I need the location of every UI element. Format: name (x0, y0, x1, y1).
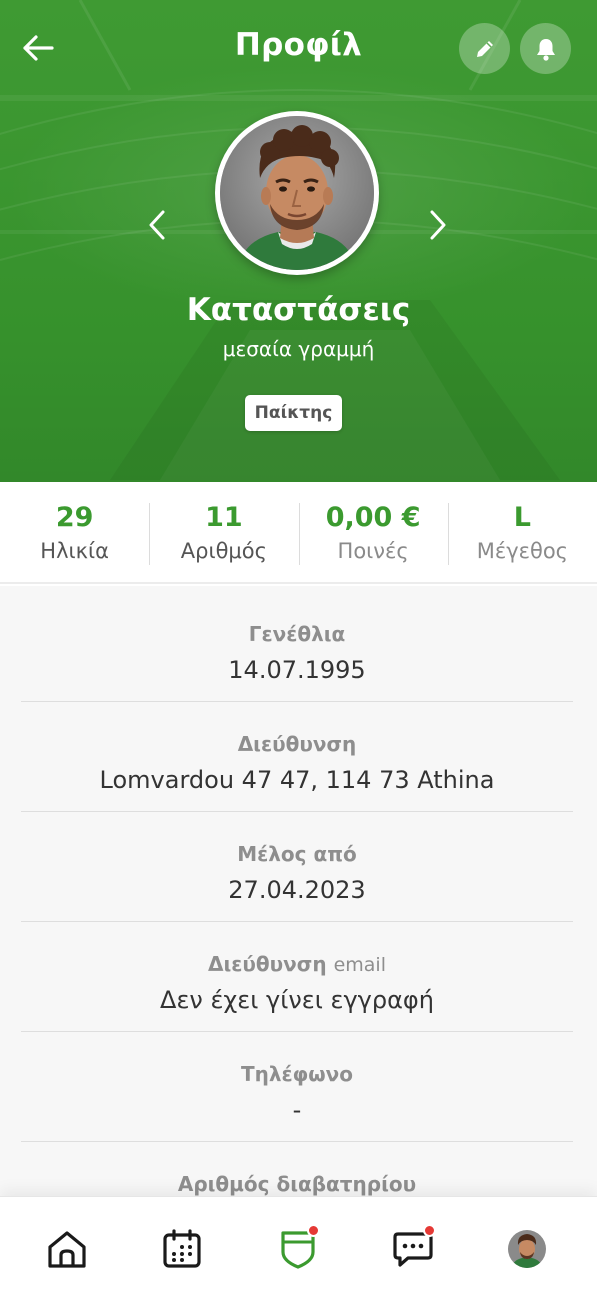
stat-value: L (513, 502, 531, 533)
detail-label: Γενέθλια (248, 622, 346, 646)
profile-avatar (508, 1230, 546, 1268)
notifications-button[interactable] (520, 23, 571, 74)
detail-value: 14.07.1995 (228, 656, 366, 684)
nav-messages[interactable] (391, 1224, 436, 1271)
detail-label: Διεύθυνση (237, 732, 357, 756)
player-avatar (215, 111, 379, 275)
stats-bar: 29 Ηλικία 11 Αριθμός 0,00 € Ποινές L Μέγ… (0, 482, 597, 584)
detail-member-since: Μέλος από 27.04.2023 (21, 812, 573, 922)
profile-header: Προφίλ Καταστάσεις μεσαία γραμμή Παίκτης (0, 0, 597, 482)
detail-value: Δεν έχει γίνει εγγραφή (160, 986, 434, 1014)
notification-dot (423, 1224, 436, 1237)
detail-label: Αριθμός διαβατηρίου (177, 1172, 417, 1196)
stat-fines[interactable]: 0,00 € Ποινές (298, 482, 448, 582)
stat-label: Ηλικία (40, 539, 109, 563)
role-badge: Παίκτης (245, 395, 342, 431)
detail-address: Διεύθυνση Lomvardou 47 47, 114 73 Athina (21, 702, 573, 812)
pencil-icon (476, 40, 493, 57)
stat-label: Ποινές (337, 539, 409, 563)
detail-value: - (292, 1096, 302, 1124)
nav-home[interactable] (45, 1227, 89, 1271)
stat-size: L Μέγεθος (447, 482, 597, 582)
stat-label: Αριθμός (180, 539, 267, 563)
stat-label: Μέγεθος (476, 539, 569, 563)
detail-phone: Τηλέφωνο - (21, 1032, 573, 1142)
bell-icon (536, 38, 555, 61)
detail-value: Lomvardou 47 47, 114 73 Athina (99, 766, 495, 794)
detail-email: Διεύθυνση email Δεν έχει γίνει εγγραφή (21, 922, 573, 1032)
nav-profile[interactable] (505, 1227, 549, 1271)
player-name: Καταστάσεις (186, 292, 411, 328)
previous-player-button[interactable] (142, 205, 172, 245)
stat-age: 29 Ηλικία (0, 482, 149, 582)
top-bar: Προφίλ (0, 0, 597, 96)
chevron-right-icon (430, 210, 446, 240)
bottom-navigation (0, 1196, 597, 1300)
stat-number: 11 Αριθμός (149, 482, 298, 582)
detail-label-main: Διεύθυνση (208, 952, 327, 976)
player-position: μεσαία γραμμή (222, 337, 375, 361)
detail-passport: Αριθμός διαβατηρίου (21, 1142, 573, 1200)
stat-value: 29 (55, 502, 94, 533)
calendar-icon (163, 1229, 201, 1268)
player-photo (220, 116, 374, 270)
notification-dot (307, 1224, 320, 1237)
home-icon (48, 1231, 86, 1268)
detail-label: Διεύθυνση email (21, 952, 573, 976)
detail-birthday: Γενέθλια 14.07.1995 (21, 592, 573, 702)
stat-value: 0,00 € (325, 502, 421, 533)
profile-details: Γενέθλια 14.07.1995 Διεύθυνση Lomvardou … (0, 586, 597, 1200)
detail-label-suffix: email (333, 954, 386, 976)
detail-value: 27.04.2023 (228, 876, 366, 904)
nav-team[interactable] (276, 1224, 320, 1271)
next-player-button[interactable] (423, 205, 453, 245)
edit-button[interactable] (459, 23, 510, 74)
detail-label: Μέλος από (237, 842, 357, 866)
chevron-left-icon (149, 210, 165, 240)
detail-label: Τηλέφωνο (240, 1062, 354, 1086)
stat-value: 11 (205, 502, 243, 533)
nav-calendar[interactable] (160, 1227, 204, 1271)
